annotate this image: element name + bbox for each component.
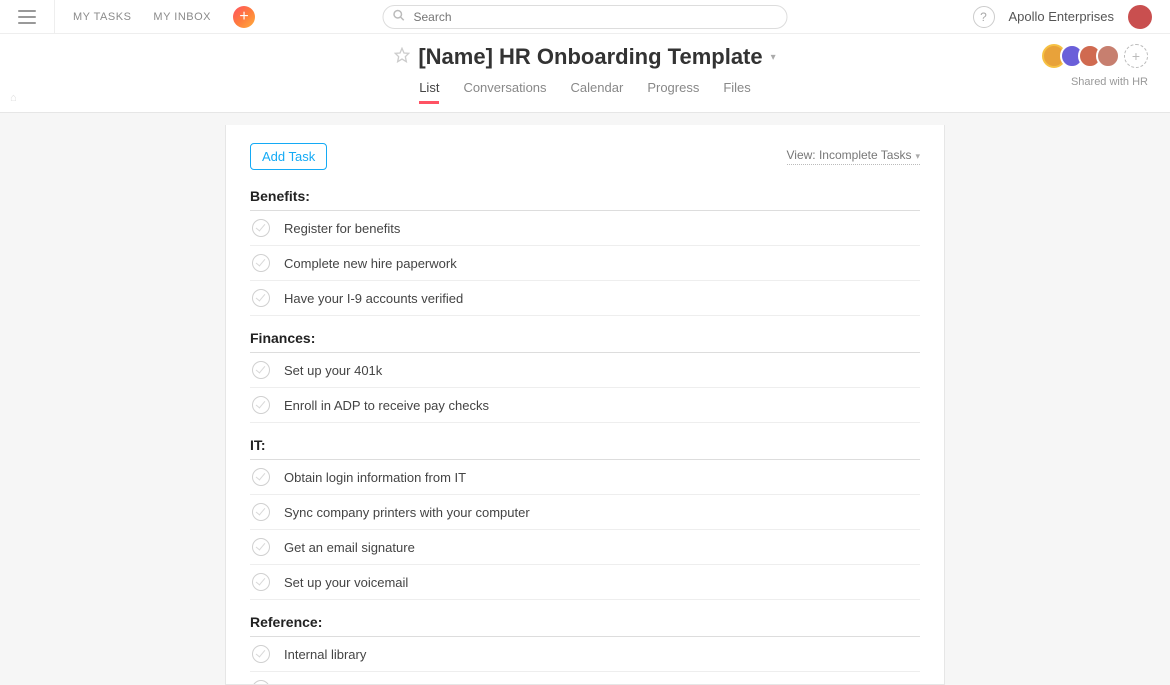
task-text: Have your I-9 accounts verified xyxy=(284,291,463,306)
divider xyxy=(54,0,55,34)
member-avatar[interactable] xyxy=(1096,44,1120,68)
check-circle-icon[interactable] xyxy=(252,680,270,685)
section-title[interactable]: Benefits: xyxy=(250,188,920,211)
check-circle-icon[interactable] xyxy=(252,396,270,414)
sections-container: Benefits: Register for benefits Complete n… xyxy=(250,188,920,685)
task-text: Areas of responsibility xyxy=(284,682,411,685)
project-tabs: List Conversations Calendar Progress Files xyxy=(0,80,1170,112)
view-label: View: Incomplete Tasks xyxy=(787,148,912,162)
check-circle-icon[interactable] xyxy=(252,361,270,379)
check-circle-icon[interactable] xyxy=(252,219,270,237)
org-name[interactable]: Apollo Enterprises xyxy=(1009,9,1115,24)
task-text: Obtain login information from IT xyxy=(284,470,466,485)
chevron-down-icon[interactable]: ▾ xyxy=(771,52,776,63)
project-header: ⌂ [Name] HR Onboarding Template ▾ List Co… xyxy=(0,34,1170,113)
check-circle-icon[interactable] xyxy=(252,503,270,521)
topbar: MY TASKS MY INBOX + ? Apollo Enterprises xyxy=(0,0,1170,34)
tab-files[interactable]: Files xyxy=(723,80,750,104)
search-wrap xyxy=(383,5,788,29)
tab-progress[interactable]: Progress xyxy=(647,80,699,104)
chevron-down-icon: ▾ xyxy=(915,151,920,161)
task-row[interactable]: Set up your voicemail xyxy=(250,565,920,600)
task-text: Complete new hire paperwork xyxy=(284,256,457,271)
check-circle-icon[interactable] xyxy=(252,254,270,272)
hamburger-menu-icon[interactable] xyxy=(18,8,36,26)
star-icon[interactable] xyxy=(394,47,410,68)
help-icon[interactable]: ? xyxy=(973,6,995,28)
task-text: Get an email signature xyxy=(284,540,415,555)
task-text: Register for benefits xyxy=(284,221,400,236)
task-text: Enroll in ADP to receive pay checks xyxy=(284,398,489,413)
task-row[interactable]: Register for benefits xyxy=(250,211,920,246)
project-members: + xyxy=(1048,44,1148,68)
board-toolbar: Add Task View: Incomplete Tasks▾ xyxy=(250,143,920,170)
search-input[interactable] xyxy=(383,5,788,29)
view-selector[interactable]: View: Incomplete Tasks▾ xyxy=(787,148,920,165)
check-circle-icon[interactable] xyxy=(252,468,270,486)
task-row[interactable]: Get an email signature xyxy=(250,530,920,565)
breadcrumb-home-icon[interactable]: ⌂ xyxy=(10,92,17,104)
add-task-button[interactable]: Add Task xyxy=(250,143,327,170)
shared-label[interactable]: Shared with HR xyxy=(1071,76,1148,88)
task-row[interactable]: Complete new hire paperwork xyxy=(250,246,920,281)
add-member-button[interactable]: + xyxy=(1124,44,1148,68)
task-text: Set up your 401k xyxy=(284,363,382,378)
section-title[interactable]: IT: xyxy=(250,437,920,460)
tab-list[interactable]: List xyxy=(419,80,439,104)
task-row[interactable]: Obtain login information from IT xyxy=(250,460,920,495)
task-text: Set up your voicemail xyxy=(284,575,408,590)
tab-calendar[interactable]: Calendar xyxy=(571,80,624,104)
nav-my-tasks[interactable]: MY TASKS xyxy=(73,11,131,23)
project-title: [Name] HR Onboarding Template xyxy=(418,44,762,70)
task-row[interactable]: Sync company printers with your computer xyxy=(250,495,920,530)
add-button[interactable]: + xyxy=(233,6,255,28)
avatar[interactable] xyxy=(1128,5,1152,29)
check-circle-icon[interactable] xyxy=(252,573,270,591)
task-text: Internal library xyxy=(284,647,366,662)
task-row[interactable]: Have your I-9 accounts verified xyxy=(250,281,920,316)
section-title[interactable]: Reference: xyxy=(250,614,920,637)
nav-my-inbox[interactable]: MY INBOX xyxy=(153,11,211,23)
check-circle-icon[interactable] xyxy=(252,538,270,556)
task-row[interactable]: Areas of responsibility xyxy=(250,672,920,685)
check-circle-icon[interactable] xyxy=(252,289,270,307)
task-text: Sync company printers with your computer xyxy=(284,505,530,520)
section-title[interactable]: Finances: xyxy=(250,330,920,353)
search-icon xyxy=(393,8,405,26)
title-row: [Name] HR Onboarding Template ▾ xyxy=(0,44,1170,70)
task-board: Add Task View: Incomplete Tasks▾ Benefit… xyxy=(225,125,945,685)
tab-conversations[interactable]: Conversations xyxy=(463,80,546,104)
task-row[interactable]: Set up your 401k xyxy=(250,353,920,388)
task-row[interactable]: Enroll in ADP to receive pay checks xyxy=(250,388,920,423)
check-circle-icon[interactable] xyxy=(252,645,270,663)
topbar-right: ? Apollo Enterprises xyxy=(973,5,1153,29)
